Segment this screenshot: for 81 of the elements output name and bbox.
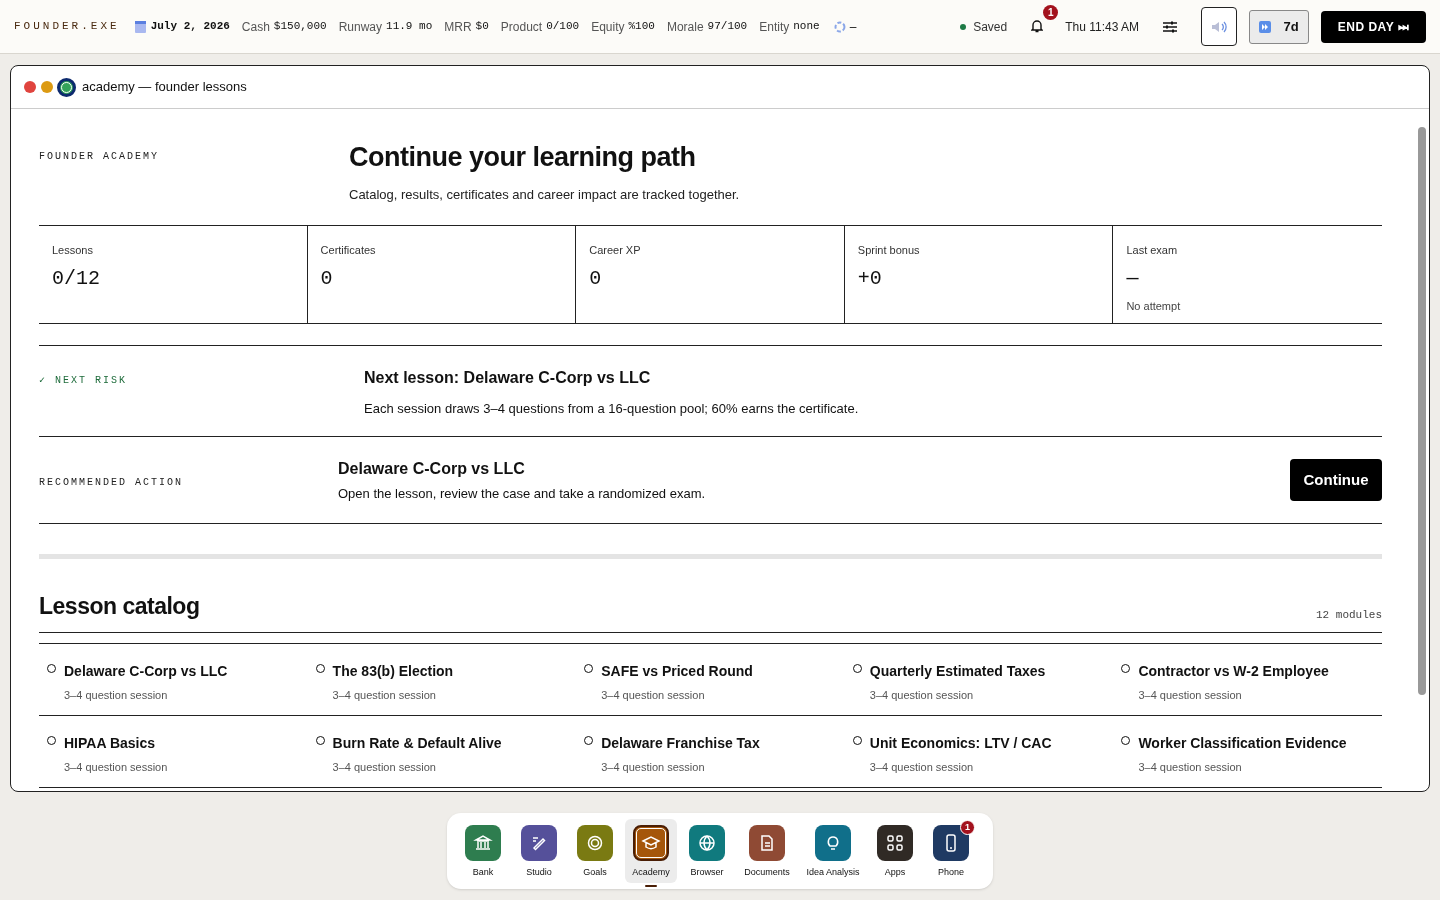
metric-value: 0 xyxy=(589,265,603,292)
scrollbar-thumb[interactable] xyxy=(1418,127,1426,695)
active-indicator xyxy=(645,885,657,887)
metric-value: +0 xyxy=(857,265,883,292)
lesson-item[interactable]: SAFE vs Priced Round 3–4 question session xyxy=(576,643,845,716)
section-label: RECOMMENDED ACTION xyxy=(39,477,184,488)
dock-item[interactable]: Documents xyxy=(737,819,797,883)
dock-item[interactable]: Idea Analysis xyxy=(801,819,865,883)
notification-badge: 1 xyxy=(1043,4,1059,20)
continue-button[interactable]: Continue xyxy=(1290,459,1382,501)
metric-label: Lessons xyxy=(52,243,94,258)
metric-label: Certificates xyxy=(320,243,377,258)
next-lesson-title: Next lesson: Delaware C-Corp vs LLC xyxy=(364,368,652,388)
stat-value: none xyxy=(793,19,820,35)
close-button[interactable] xyxy=(24,81,36,93)
stat-value: 97/100 xyxy=(707,19,748,35)
target-icon xyxy=(585,833,605,853)
grid-icon xyxy=(885,833,905,853)
lesson-item[interactable]: HIPAA Basics 3–4 question session xyxy=(39,715,308,788)
stat-value: %100 xyxy=(628,19,655,35)
bank-icon xyxy=(473,833,493,853)
metric-label: Career XP xyxy=(589,243,642,258)
stat-value: $0 xyxy=(475,19,489,35)
calendar-icon xyxy=(134,20,146,33)
lesson-item[interactable]: Unit Economics: LTV / CAC 3–4 question session xyxy=(844,715,1114,788)
lesson-item[interactable]: The 83(b) Election 3–4 question session xyxy=(307,643,577,716)
bell-icon xyxy=(1031,20,1044,33)
metric-value: 0 xyxy=(320,265,334,292)
lesson-item[interactable]: Contractor vs W-2 Employee 3–4 question session xyxy=(1113,643,1382,716)
lesson-item[interactable]: Quarterly Estimated Taxes 3–4 question session xyxy=(844,643,1114,716)
notifications-button[interactable] xyxy=(1031,19,1044,34)
dock-item[interactable]: Browser xyxy=(681,819,733,883)
saved-status: Saved xyxy=(973,18,1008,36)
speaker-icon xyxy=(1211,20,1227,33)
metric-value: — xyxy=(1126,265,1140,292)
metric-label: Last exam xyxy=(1126,243,1179,258)
dock-item[interactable]: Studio xyxy=(513,819,565,883)
stat-label: Equity xyxy=(591,18,625,36)
dock-item[interactable]: Goals xyxy=(569,819,621,883)
stat-label: Cash xyxy=(241,18,270,36)
end-day-button[interactable]: END DAY ⏭ xyxy=(1321,10,1426,43)
next-lesson-text: Each session draws 3–4 questions from a 16-question pool; 60% earns the certificate. xyxy=(364,400,859,418)
module-count: 12 modules xyxy=(1316,608,1382,623)
dock-item[interactable]: 1 Phone xyxy=(925,819,977,883)
clock-text: Thu 11:43 AM xyxy=(1065,18,1139,36)
stat-value: $150,000 xyxy=(273,19,327,35)
app-brand: FOUNDER.EXE xyxy=(14,19,120,35)
notification-badge: 1 xyxy=(960,820,975,835)
sync-status: – xyxy=(849,18,857,36)
globe-icon xyxy=(697,833,717,853)
stat-value: 0/100 xyxy=(546,19,580,35)
fast-forward-icon xyxy=(1259,20,1272,33)
stat-label: Entity xyxy=(759,18,790,36)
date-text: July 2, 2026 xyxy=(150,19,230,35)
stat-label: Product xyxy=(500,18,543,36)
dock-item[interactable]: Bank xyxy=(457,819,509,883)
lesson-item[interactable]: Worker Classification Evidence 3–4 question session xyxy=(1113,715,1382,788)
sound-button[interactable] xyxy=(1201,7,1237,46)
window-title: academy — founder lessons xyxy=(82,78,247,97)
section-eyebrow: FOUNDER ACADEMY xyxy=(39,151,159,162)
maximize-button[interactable] xyxy=(57,77,76,97)
action-text: Open the lesson, review the case and take a randomized exam. xyxy=(338,484,707,503)
lesson-item[interactable]: Delaware Franchise Tax 3–4 question session xyxy=(576,715,845,788)
lesson-item[interactable]: Burn Rate & Default Alive 3–4 question session xyxy=(307,715,577,788)
settings-icon[interactable] xyxy=(1163,20,1177,33)
speed-button[interactable]: 7d xyxy=(1249,9,1309,44)
metric-label: Sprint bonus xyxy=(857,243,921,258)
stat-label: Runway xyxy=(338,18,383,36)
section-label: ✓ NEXT RISK xyxy=(39,375,128,386)
action-title: Delaware C-Corp vs LLC xyxy=(338,458,526,479)
dock-item[interactable]: Apps xyxy=(869,819,921,883)
page-subtitle: Catalog, results, certificates and career impact are tracked together. xyxy=(349,185,740,204)
stat-value: 11.9 mo xyxy=(386,19,433,35)
catalog-heading: Lesson catalog xyxy=(39,592,200,621)
page-heading: Continue your learning path xyxy=(349,141,697,174)
metric-value: 0/12 xyxy=(52,265,101,292)
stat-label: MRR xyxy=(444,18,472,36)
lesson-item[interactable]: Delaware C-Corp vs LLC 3–4 question session xyxy=(39,643,308,716)
stat-label: Morale xyxy=(666,18,704,36)
sync-icon xyxy=(833,20,846,33)
metric-note: No attempt xyxy=(1126,298,1182,314)
